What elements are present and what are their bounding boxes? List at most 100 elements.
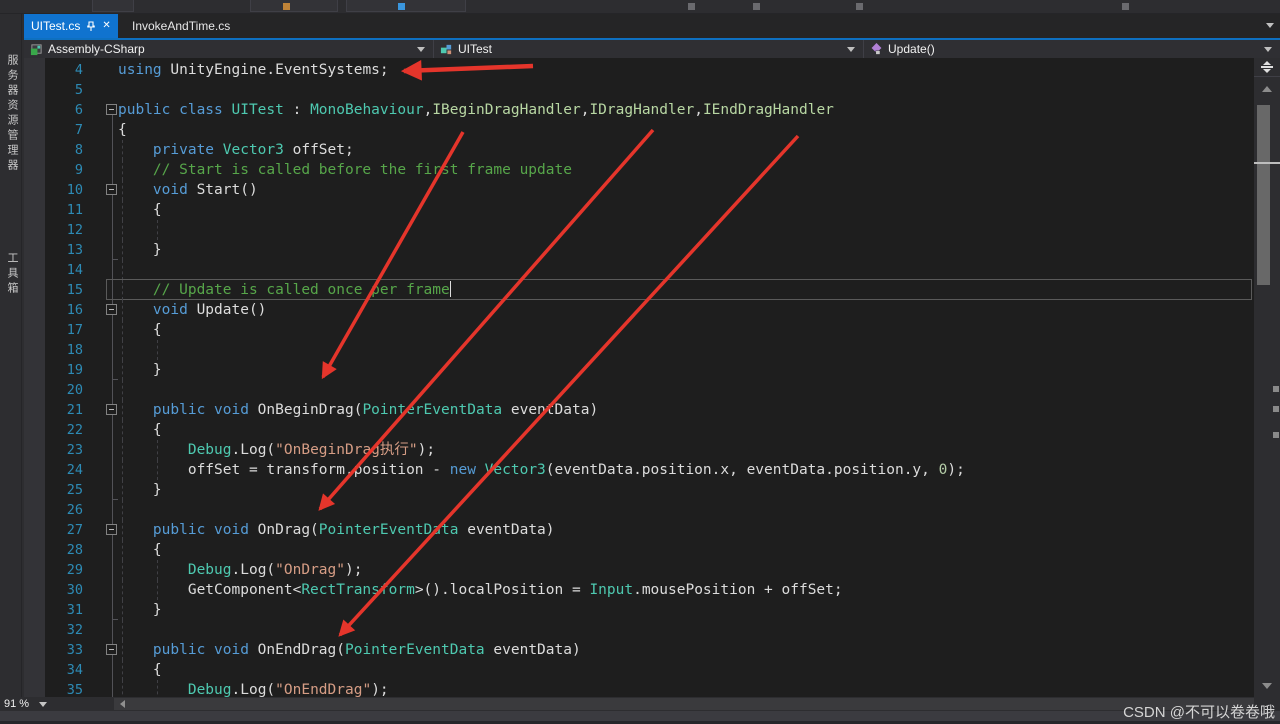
indent-guide [122, 340, 123, 360]
left-tool-rail: 服务器资源管理器 工具箱 [0, 14, 22, 711]
fold-collapse-icon[interactable] [106, 644, 117, 655]
line-number: 31 [66, 602, 83, 618]
line-number: 30 [66, 582, 83, 598]
code-text: using UnityEngine.EventSystems; [118, 62, 389, 78]
code-line-28[interactable]: 28 { [24, 540, 1254, 560]
scroll-left-icon[interactable] [120, 700, 125, 708]
code-editor[interactable]: 4 using UnityEngine.EventSystems; 5 6 public… [24, 58, 1254, 697]
fold-collapse-icon[interactable] [106, 104, 117, 115]
code-line-9[interactable]: 9 // Start is called before the first fr… [24, 160, 1254, 180]
line-number: 4 [74, 62, 83, 78]
line-number: 16 [66, 302, 83, 318]
project-dropdown[interactable]: Assembly-CSharp [24, 40, 434, 58]
tab-invokeandtime[interactable]: InvokeAndTime.cs [122, 14, 240, 38]
scroll-up-icon[interactable] [1262, 86, 1272, 92]
code-line-29[interactable]: 29 Debug.Log("OnDrag"); [24, 560, 1254, 580]
line-number: 10 [66, 182, 83, 198]
splitter-handle-icon[interactable] [1254, 58, 1280, 77]
fold-collapse-icon[interactable] [106, 304, 117, 315]
editor-bottom-bar: 91 % [0, 697, 1280, 711]
line-number: 23 [66, 442, 83, 458]
scrollbar-marker [1273, 406, 1279, 412]
csharp-project-icon [30, 43, 42, 55]
code-line-7[interactable]: 7{ [24, 120, 1254, 140]
chevron-down-icon [847, 47, 855, 52]
indent-guide [122, 620, 123, 640]
code-text: void Update() [152, 302, 267, 318]
code-line-16[interactable]: 16 void Update() [24, 300, 1254, 320]
code-line-5[interactable]: 5 [24, 80, 1254, 100]
code-line-23[interactable]: 23 Debug.Log("OnBeginDrag执行"); [24, 440, 1254, 460]
rail-tab-server-explorer[interactable]: 服务器资源管理器 [4, 54, 20, 174]
code-line-30[interactable]: 30 GetComponent<RectTransform>().localPo… [24, 580, 1254, 600]
code-line-26[interactable]: 26 [24, 500, 1254, 520]
indent-guide [122, 260, 123, 280]
code-text: } [118, 482, 162, 498]
type-dropdown[interactable]: UITest [434, 40, 864, 58]
line-number: 28 [66, 542, 83, 558]
code-line-34[interactable]: 34 { [24, 660, 1254, 680]
code-line-21[interactable]: 21 public void OnBeginDrag(PointerEventD… [24, 400, 1254, 420]
fold-collapse-icon[interactable] [106, 524, 117, 535]
csdn-watermark: CSDN @不可以卷卷哦 [1123, 704, 1275, 721]
code-line-27[interactable]: 27 public void OnDrag(PointerEventData e… [24, 520, 1254, 540]
code-line-19[interactable]: 19 } [24, 360, 1254, 380]
line-number: 14 [66, 262, 83, 278]
tab-uitest[interactable]: UITest.cs ✕ [24, 14, 118, 38]
line-number: 24 [66, 462, 83, 478]
line-number: 13 [66, 242, 83, 258]
code-line-17[interactable]: 17 { [24, 320, 1254, 340]
code-line-14[interactable]: 14 [24, 260, 1254, 280]
code-line-4[interactable]: 4 using UnityEngine.EventSystems; [24, 60, 1254, 80]
code-text: public class UITest : MonoBehaviour,IBeg… [118, 102, 834, 118]
type-name: UITest [458, 42, 493, 56]
code-line-8[interactable]: 8 private Vector3 offSet; [24, 140, 1254, 160]
line-number: 11 [66, 202, 83, 218]
line-number: 22 [66, 422, 83, 438]
code-line-25[interactable]: 25 } [24, 480, 1254, 500]
pin-icon[interactable] [86, 20, 96, 32]
member-dropdown[interactable]: Update() [864, 40, 1280, 58]
code-text: Debug.Log("OnBeginDrag执行"); [187, 442, 436, 458]
vertical-scrollbar[interactable] [1254, 58, 1280, 697]
chevron-down-icon [39, 701, 48, 707]
scroll-down-icon[interactable] [1262, 683, 1272, 689]
indent-guide [122, 380, 123, 400]
toolbar-icon-remnant [398, 3, 405, 10]
code-line-35[interactable]: 35 Debug.Log("OnEndDrag"); [24, 680, 1254, 697]
line-number: 35 [66, 682, 83, 697]
zoom-dropdown[interactable]: 91 % [4, 697, 48, 711]
code-line-24[interactable]: 24 offSet = transform.position - new Vec… [24, 460, 1254, 480]
indent-guide [157, 220, 158, 240]
code-line-33[interactable]: 33 public void OnEndDrag(PointerEventDat… [24, 640, 1254, 660]
scrollbar-thumb[interactable] [1257, 105, 1270, 285]
code-line-20[interactable]: 20 [24, 380, 1254, 400]
fold-collapse-icon[interactable] [106, 184, 117, 195]
fold-collapse-icon[interactable] [106, 404, 117, 415]
rail-tab-toolbox[interactable]: 工具箱 [4, 252, 20, 297]
caret-position-marker [1254, 162, 1280, 164]
toolbar-icon-remnant [856, 3, 863, 10]
horizontal-scrollbar[interactable] [114, 698, 1254, 710]
code-line-32[interactable]: 32 [24, 620, 1254, 640]
code-line-13[interactable]: 13 } [24, 240, 1254, 260]
code-line-6[interactable]: 6 public class UITest : MonoBehaviour,IBe… [24, 100, 1254, 120]
code-line-15[interactable]: 15 // Update is called once per frame [24, 279, 1254, 300]
code-text: } [118, 362, 162, 378]
class-icon [440, 44, 452, 54]
line-number: 34 [66, 662, 83, 678]
code-line-22[interactable]: 22 { [24, 420, 1254, 440]
code-line-12[interactable]: 12 [24, 220, 1254, 240]
text-cursor [449, 281, 451, 297]
code-line-18[interactable]: 18 [24, 340, 1254, 360]
tab-overflow-chevron-icon[interactable] [1266, 23, 1274, 28]
indent-guide [157, 340, 158, 360]
toolbar-icon-remnant [688, 3, 695, 10]
code-text: { [118, 202, 162, 218]
member-name: Update() [888, 42, 935, 56]
code-line-11[interactable]: 11 { [24, 200, 1254, 220]
close-icon[interactable]: ✕ [102, 21, 110, 31]
code-line-10[interactable]: 10 void Start() [24, 180, 1254, 200]
code-line-31[interactable]: 31 } [24, 600, 1254, 620]
scrollbar-marker [1273, 432, 1279, 438]
